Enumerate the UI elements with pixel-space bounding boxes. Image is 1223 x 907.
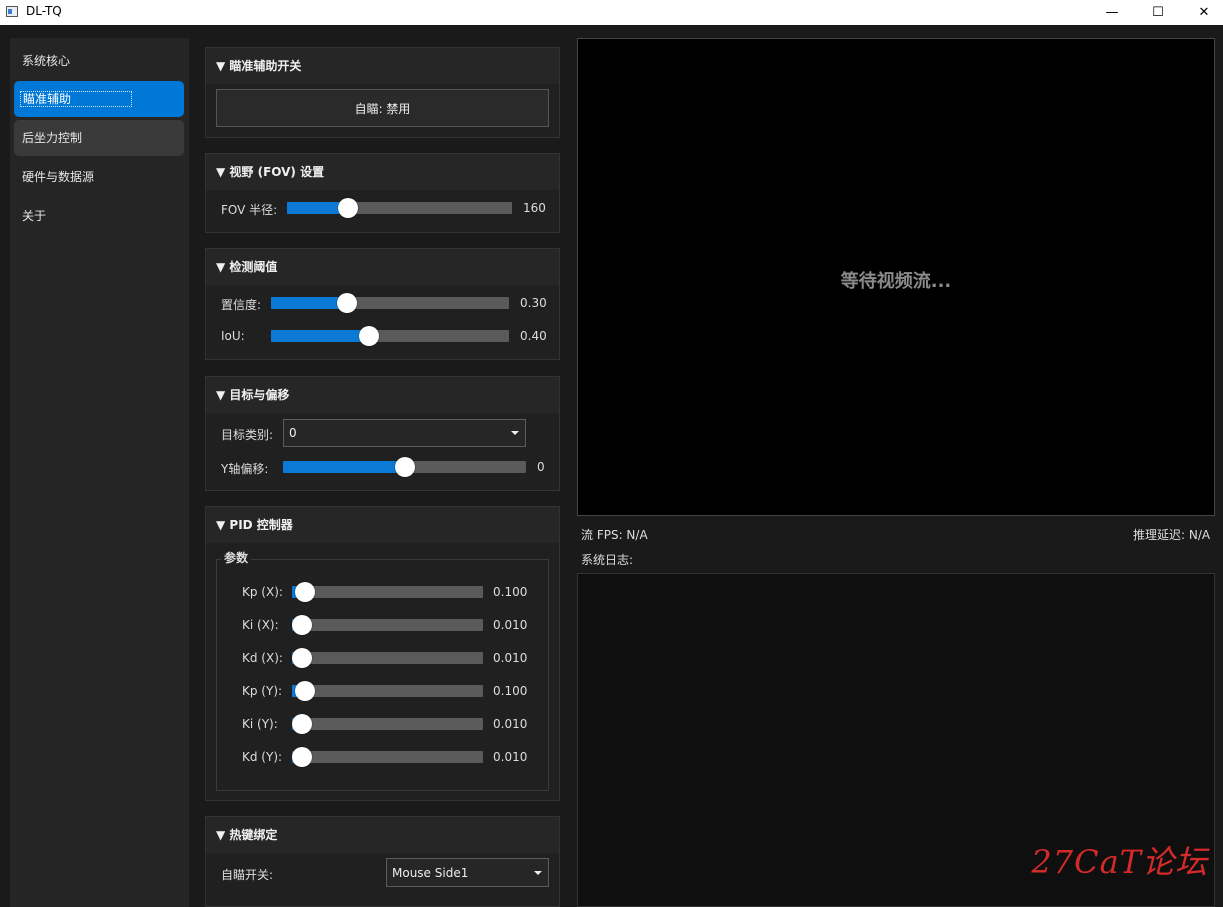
video-placeholder: 等待视频流... (840, 271, 952, 292)
pid-param-slider[interactable] (291, 747, 483, 767)
pid-param-value: 0.010 (493, 651, 528, 665)
log-label: 系统日志: (581, 553, 634, 567)
pid-params-title: 参数 (221, 549, 252, 566)
slider-thumb[interactable] (291, 747, 312, 767)
pid-param-slider[interactable] (292, 681, 483, 701)
hotkey-header[interactable]: ▼ 热键绑定 (206, 817, 559, 853)
latency-label: 推理延迟: N/A (1133, 528, 1211, 542)
slider-fill (283, 461, 405, 473)
pid-param-slider[interactable] (291, 714, 483, 734)
slider-fill (271, 297, 348, 309)
pid-group: ▼ PID 控制器 参数 Kp (X): 0.100 Ki (X): 0.010 Kd … (205, 506, 560, 801)
maximize-button[interactable]: ☐ (1135, 0, 1181, 25)
target-header[interactable]: ▼ 目标与偏移 (206, 377, 559, 413)
confidence-value: 0.30 (520, 296, 547, 310)
target-class-select[interactable]: 0 (283, 419, 526, 447)
target-group: ▼ 目标与偏移 目标类别: 0 Y轴偏移: 0 (205, 376, 560, 491)
hotkey-group: ▼ 热键绑定 自瞄开关: Mouse Side1 (205, 816, 560, 907)
app-icon (6, 6, 18, 17)
confidence-label: 置信度: (221, 298, 262, 312)
pid-param-slider[interactable] (291, 648, 483, 668)
chevron-down-icon (534, 870, 542, 875)
slider-thumb[interactable] (337, 198, 358, 218)
pid-header[interactable]: ▼ PID 控制器 (206, 507, 559, 543)
pid-param-label: Kp (X): (242, 585, 283, 599)
pid-param-value: 0.010 (493, 717, 528, 731)
slider-thumb[interactable] (337, 293, 358, 313)
chevron-down-icon (511, 431, 519, 435)
fps-label: 流 FPS: N/A (581, 528, 648, 542)
sidebar-item-system-core[interactable]: 系统核心 (14, 43, 184, 79)
aim-toggle-group: ▼ 瞄准辅助开关 自瞄: 禁用 (205, 47, 560, 138)
threshold-header[interactable]: ▼ 检测阈值 (206, 249, 559, 285)
video-preview: 等待视频流... (577, 38, 1215, 516)
sidebar-item-hardware-source[interactable]: 硬件与数据源 (14, 159, 184, 195)
target-class-value: 0 (289, 426, 297, 440)
fov-group: ▼ 视野 (FOV) 设置 FOV 半径: 160 (205, 153, 560, 233)
slider-fill (271, 330, 369, 342)
confidence-slider[interactable] (271, 293, 509, 313)
slider-thumb[interactable] (291, 648, 312, 668)
threshold-group: ▼ 检测阈值 置信度: 0.30 IoU: 0.40 (205, 248, 560, 360)
yoffset-label: Y轴偏移: (221, 462, 269, 476)
hotkey-select[interactable]: Mouse Side1 (386, 858, 549, 887)
sidebar: 系统核心 瞄准辅助 后坐力控制 硬件与数据源 关于 (10, 38, 189, 907)
pid-param-slider[interactable] (292, 582, 483, 602)
pid-param-label: Ki (Y): (242, 717, 278, 731)
title-bar: DL-TQ — ☐ ✕ (0, 0, 1223, 25)
pid-param-value: 0.010 (493, 618, 528, 632)
sidebar-item-aim-assist[interactable]: 瞄准辅助 (14, 81, 184, 117)
pid-param-label: Kd (X): (242, 651, 283, 665)
fov-slider[interactable] (287, 198, 512, 218)
sidebar-item-label: 瞄准辅助 (20, 91, 133, 107)
iou-value: 0.40 (520, 329, 547, 343)
minimize-button[interactable]: — (1089, 0, 1135, 25)
slider-thumb[interactable] (291, 615, 312, 635)
pid-param-label: Ki (X): (242, 618, 279, 632)
aim-toggle-header[interactable]: ▼ 瞄准辅助开关 (206, 48, 559, 84)
pid-param-value: 0.100 (493, 585, 528, 599)
fov-value: 160 (523, 201, 546, 215)
slider-thumb[interactable] (358, 326, 379, 346)
watermark: 27CaT论坛 (1031, 843, 1208, 881)
slider-thumb[interactable] (291, 714, 312, 734)
window-title: DL-TQ (26, 4, 62, 18)
target-class-label: 目标类别: (221, 428, 274, 442)
pid-param-value: 0.010 (493, 750, 528, 764)
yoffset-value: 0 (537, 460, 545, 474)
close-button[interactable]: ✕ (1181, 0, 1223, 25)
sidebar-item-about[interactable]: 关于 (14, 198, 184, 234)
pid-param-value: 0.100 (493, 684, 528, 698)
fov-label: FOV 半径: (221, 203, 278, 217)
pid-param-label: Kp (Y): (242, 684, 283, 698)
pid-param-slider[interactable] (291, 615, 483, 635)
iou-slider[interactable] (271, 326, 509, 346)
hotkey-label: 自瞄开关: (221, 868, 274, 882)
slider-thumb[interactable] (394, 457, 415, 477)
iou-label: IoU: (221, 329, 245, 343)
aim-toggle-button[interactable]: 自瞄: 禁用 (216, 89, 549, 127)
yoffset-slider[interactable] (283, 457, 526, 477)
pid-param-label: Kd (Y): (242, 750, 283, 764)
fov-header[interactable]: ▼ 视野 (FOV) 设置 (206, 154, 559, 190)
hotkey-value: Mouse Side1 (392, 865, 469, 880)
sidebar-item-recoil-control[interactable]: 后坐力控制 (14, 120, 184, 156)
